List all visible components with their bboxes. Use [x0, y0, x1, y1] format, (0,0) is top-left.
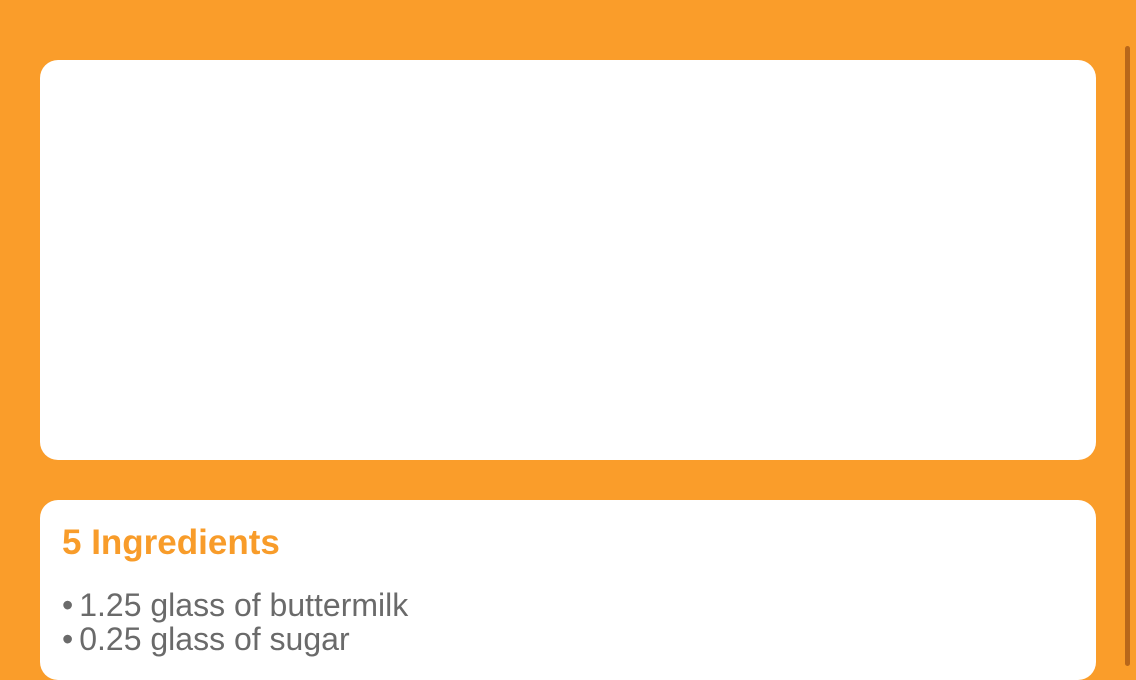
ingredient-item: • 1.25 glass of buttermilk	[62, 588, 408, 622]
ingredient-text: 0.25 glass of sugar	[79, 621, 350, 657]
vertical-scrollbar[interactable]	[1125, 46, 1130, 666]
recipe-image-card	[40, 60, 1096, 460]
ingredients-list: • 1.25 glass of buttermilk • 0.25 glass of…	[62, 588, 408, 656]
ingredient-text: 1.25 glass of buttermilk	[79, 587, 409, 623]
ingredients-card: 5 Ingredients • 1.25 glass of buttermilk …	[40, 500, 1096, 680]
bullet-icon: •	[62, 587, 74, 623]
bullet-icon: •	[62, 621, 74, 657]
ingredients-title: 5 Ingredients	[62, 523, 280, 562]
ingredient-item: • 0.25 glass of sugar	[62, 622, 408, 656]
